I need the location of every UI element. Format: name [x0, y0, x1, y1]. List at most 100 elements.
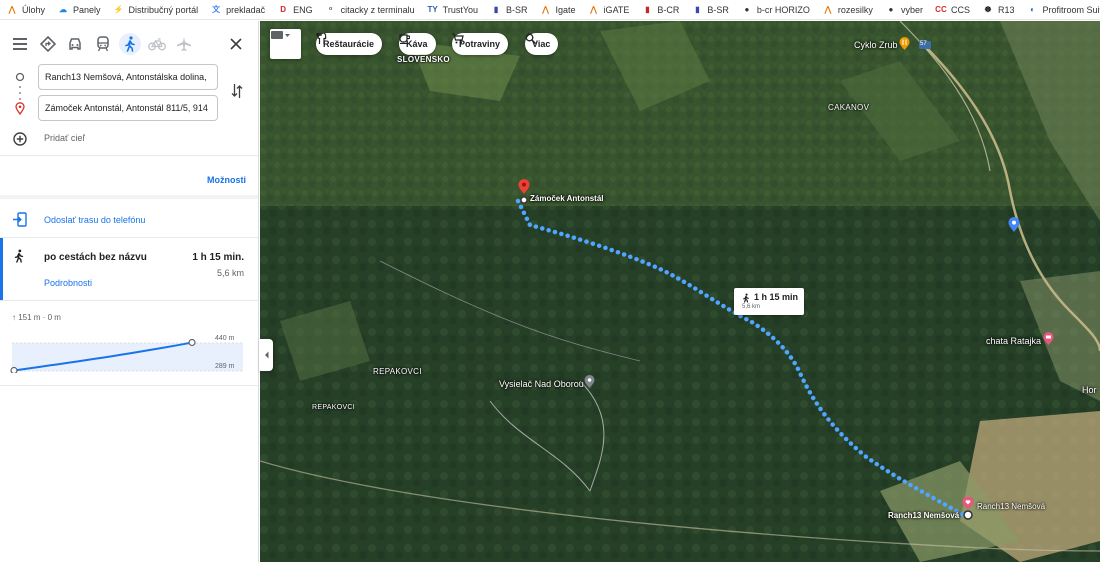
mode-flight[interactable]: [173, 33, 195, 55]
route-duration-callout[interactable]: 1 h 15 min 5,6 km: [734, 288, 804, 315]
google-tasks-icon: ⋀: [8, 5, 16, 14]
bookmark-item[interactable]: ☸ R13: [976, 0, 1021, 19]
bookmark-item[interactable]: D ENG: [271, 0, 319, 19]
bookmark-label: citacky z terminalu: [340, 4, 415, 15]
poi-grey-pin-icon[interactable]: [584, 375, 595, 389]
search-icon: [525, 33, 536, 44]
bookmark-item[interactable]: ▮ B-SR: [685, 0, 735, 19]
bookmark-item[interactable]: TY TrustYou: [421, 0, 484, 19]
poi-chata-ratajka-label[interactable]: chata Ratajka: [986, 336, 1041, 346]
cart-icon: [452, 33, 464, 44]
bookmark-label: rozesilky: [837, 4, 873, 15]
bookmark-label: ENG: [293, 4, 313, 15]
bookmark-item[interactable]: ⋀ iGATE: [582, 0, 636, 19]
callout-distance: 5,6 km: [742, 304, 761, 310]
directions-panel: Ranch13 Nemšová, Antonstálska dolina, Zá…: [0, 21, 259, 562]
bookmark-item[interactable]: ⋀ Igate: [534, 0, 582, 19]
bookmark-label: B-SR: [707, 4, 729, 15]
destination-pin-label[interactable]: Zámoček Antonstál: [530, 194, 604, 203]
mode-transit[interactable]: [92, 33, 114, 55]
layers-button[interactable]: [270, 29, 301, 59]
destination-input[interactable]: Zámoček Antonstál, Antonstál 811/5, 914: [38, 95, 218, 121]
bookmark-item[interactable]: CC CCS: [929, 0, 976, 19]
globe-icon: ●: [888, 5, 894, 14]
send-to-phone-row[interactable]: Odoslať trasu do telefónu: [0, 207, 258, 233]
elevation-max-label: 440 m: [215, 335, 235, 342]
road-badge-label: 57: [920, 41, 927, 47]
bookmark-item[interactable]: ● b-cr HORIZO: [735, 0, 816, 19]
mode-car[interactable]: [64, 33, 86, 55]
route-option[interactable]: po cestách bez názvu 1 h 15 min. 5,6 km …: [0, 238, 258, 300]
car-icon: [69, 38, 81, 50]
bar-chart-icon: ▮: [645, 5, 650, 14]
hotel-pin-icon[interactable]: [1043, 332, 1054, 346]
bookmark-item[interactable]: ⋀ Úlohy: [0, 0, 51, 19]
region-label-slovensko: SLOVENSKO: [397, 55, 450, 64]
options-link[interactable]: Možnosti: [207, 175, 246, 185]
send-to-phone-label: Odoslať trasu do telefónu: [44, 215, 146, 225]
origin-input[interactable]: Ranch13 Nemšová, Antonstálska dolina,: [38, 64, 218, 90]
close-button[interactable]: [225, 33, 247, 55]
poi-cyklo-zrub-label[interactable]: Cyklo Zrub: [854, 40, 898, 50]
igate-icon: ⋀: [542, 5, 549, 14]
bookmark-label: B-CR: [657, 4, 680, 15]
add-destination-row[interactable]: Pridať cieľ: [0, 129, 258, 149]
bookmark-label: TrustYou: [442, 4, 479, 15]
close-icon: [230, 38, 242, 50]
walking-icon: [743, 293, 749, 303]
train-icon: [97, 36, 109, 52]
elevation-section: ↑ 151 m · 0 m 440 m 289 m: [0, 301, 258, 385]
origin-pin-label[interactable]: Ranch13 Nemšová: [888, 511, 959, 520]
bookmarks-bar: ⋀ Úlohy ☁ Panely ⚡ Distribučný portál 文 preklad…: [0, 0, 1100, 20]
walking-icon: [125, 36, 135, 52]
town-label-partial: Hor: [1082, 385, 1097, 395]
origin-circle-icon: [15, 72, 25, 82]
bookmark-item[interactable]: ⋀ rozesilky: [816, 0, 879, 19]
section-separator: [0, 195, 258, 199]
bookmark-label: Panely: [73, 4, 101, 15]
poi-origin-label[interactable]: Ranch13 Nemšová: [977, 502, 1045, 511]
menu-icon: [13, 38, 27, 50]
chip-groceries[interactable]: Potraviny: [452, 33, 509, 55]
chip-more[interactable]: Viac: [525, 33, 559, 55]
chip-restaurants[interactable]: Reštaurácie: [316, 33, 383, 55]
bookmark-item[interactable]: ◐ Profitroom Suite: [1020, 0, 1100, 19]
coffee-icon: [399, 34, 410, 44]
poi-transmitter-label[interactable]: Vysielač Nad Oborou: [499, 379, 584, 389]
bookmark-label: iGATE: [603, 4, 630, 15]
bookmark-item[interactable]: ☁ Panely: [51, 0, 107, 19]
route-distance: 5,6 km: [216, 268, 244, 278]
location-blue-pin-icon[interactable]: [1008, 217, 1020, 233]
bookmark-label: R13: [997, 4, 1015, 15]
bookmark-item[interactable]: ● vyber: [879, 0, 929, 19]
satellite-imagery: [260, 21, 1100, 562]
bookmark-item[interactable]: ᵒ citacky z terminalu: [319, 0, 421, 19]
igate-icon: ⋀: [590, 5, 597, 14]
collapse-panel-button[interactable]: [259, 339, 273, 371]
swap-button[interactable]: [227, 81, 247, 101]
airplane-icon: [177, 37, 191, 51]
map-view[interactable]: Reštaurácie Káva Potraviny Viac SLOVENSK…: [260, 21, 1100, 562]
chip-coffee[interactable]: Káva: [399, 33, 436, 55]
send-to-phone-icon: [13, 212, 27, 227]
bookmark-item[interactable]: 文 prekladač: [204, 0, 271, 19]
menu-button[interactable]: [9, 33, 31, 55]
destination-pin-icon: [15, 102, 25, 115]
mode-best-route[interactable]: [37, 33, 59, 55]
bookmark-item[interactable]: ▮ B-SR: [484, 0, 534, 19]
hotel-heart-pin-icon[interactable]: [962, 497, 974, 510]
elevation-end-marker: [188, 338, 196, 347]
keyboard-icon: [271, 31, 290, 39]
chip-groceries-label: Potraviny: [459, 39, 501, 49]
mode-cycling[interactable]: [146, 33, 168, 55]
bookmark-item[interactable]: ⚡ Distribučný portál: [107, 0, 205, 19]
bookmark-item[interactable]: ▮ B-CR: [635, 0, 685, 19]
restaurant-pin-icon[interactable]: [899, 37, 910, 51]
route-name: po cestách bez názvu: [44, 252, 147, 263]
elevation-min-label: 289 m: [215, 363, 235, 370]
ccs-icon: CC: [935, 5, 947, 14]
elevation-chart: [10, 338, 243, 373]
route-details-link[interactable]: Podrobnosti: [44, 278, 92, 288]
destination-red-pin-icon[interactable]: [518, 179, 530, 195]
mode-walking[interactable]: [119, 33, 141, 55]
